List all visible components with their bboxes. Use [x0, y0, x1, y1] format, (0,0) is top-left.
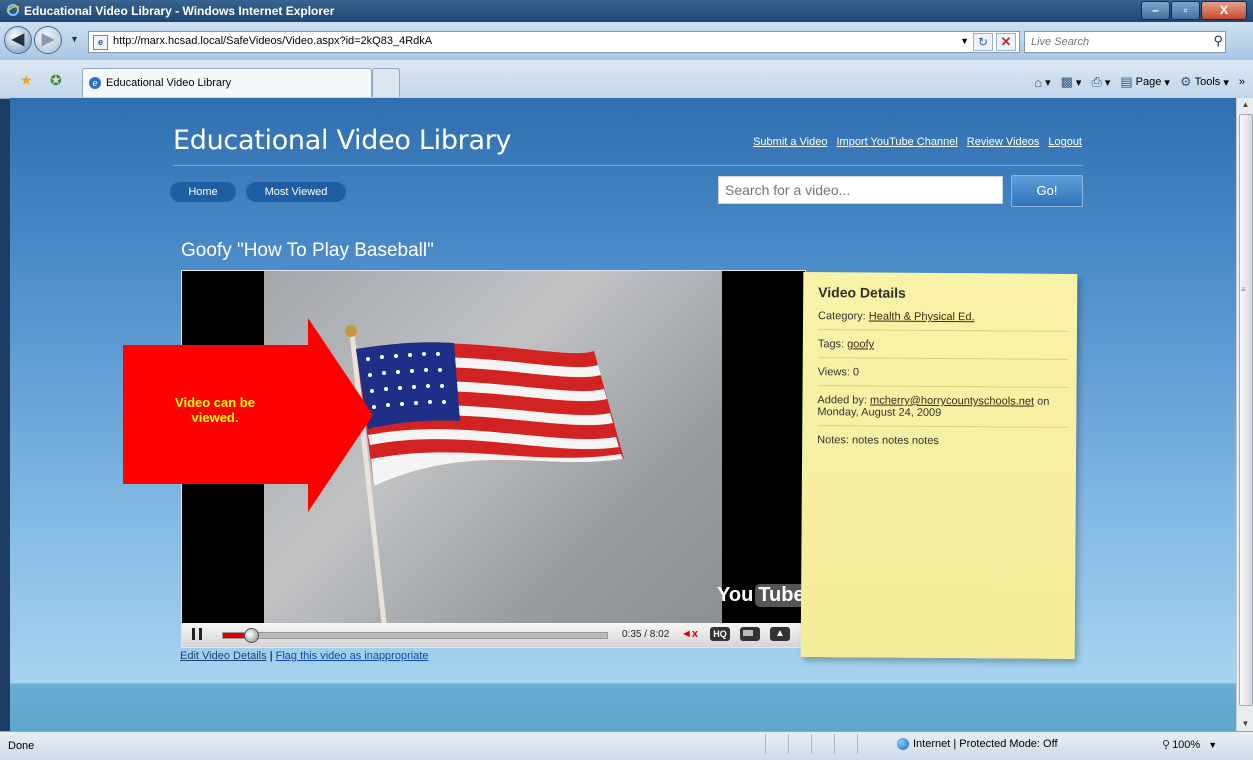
back-button[interactable]: ◀ — [4, 26, 32, 54]
live-search-box[interactable]: ⚲ — [1024, 31, 1226, 53]
status-bar: Done Internet | Protected Mode: Off ⚲ 10… — [0, 731, 1253, 760]
flag-video-link[interactable]: Flag this video as inappropriate — [276, 650, 429, 662]
page-viewport: Educational Video Library Submit a Video… — [10, 98, 1236, 731]
print-icon: ⎙ — [1091, 74, 1102, 89]
page-menu-label: Page — [1135, 76, 1162, 88]
link-separator: | — [269, 650, 273, 662]
category-label: Category: — [817, 310, 866, 323]
window-title-bar[interactable]: Educational Video Library - Windows Inte… — [0, 0, 1253, 22]
added-by-row: Added by: mcherry@horrycountyschools.net… — [817, 394, 1068, 428]
time-display: 0:35 / 8:02 — [622, 629, 670, 640]
header-divider — [173, 165, 1083, 166]
youtube-logo[interactable]: You Tube — [717, 584, 805, 607]
status-segments — [765, 734, 880, 754]
scroll-up-icon[interactable]: ▲ — [1237, 98, 1253, 112]
screen-size-icon[interactable] — [740, 627, 760, 641]
zoom-level: 100% — [1172, 738, 1201, 751]
zoom-dropdown-icon[interactable]: ▼ — [1208, 740, 1217, 750]
toolbar-overflow-icon[interactable]: » — [1239, 76, 1245, 88]
address-dropdown-icon[interactable]: ▼ — [960, 36, 969, 46]
submit-video-link[interactable]: Submit a Video — [753, 136, 827, 148]
scroll-down-icon[interactable]: ▼ — [1237, 717, 1253, 731]
added-by-label: Added by: — [817, 394, 868, 407]
home-icon: ⌂ — [1034, 74, 1043, 90]
address-bar[interactable]: e http://marx.hcsad.local/SafeVideos/Vid… — [88, 31, 1020, 53]
category-link[interactable]: Health & Physical Ed. — [869, 311, 975, 324]
callout-text: Video can be viewed. — [175, 395, 255, 425]
forward-button[interactable]: ▶ — [34, 26, 62, 54]
category-row: Category: Health & Physical Ed. — [817, 310, 1069, 332]
page-menu-icon: ▤ — [1120, 74, 1133, 89]
go-button[interactable]: Go! — [1011, 175, 1083, 207]
zoom-icon: ⚲ — [1162, 739, 1171, 751]
edit-video-details-link[interactable]: Edit Video Details — [180, 650, 267, 662]
gear-icon: ⚙ — [1179, 74, 1192, 89]
recent-pages-dropdown-icon[interactable]: ▼ — [70, 34, 79, 44]
feeds-icon: ▩ — [1060, 74, 1073, 89]
video-title: Goofy "How To Play Baseball" — [181, 240, 434, 261]
security-zone[interactable]: Internet | Protected Mode: Off — [897, 738, 1058, 750]
live-search-input[interactable] — [1029, 32, 1193, 52]
feeds-command[interactable]: ▩ ▾ — [1061, 74, 1082, 90]
expand-icon[interactable]: ▲ — [770, 627, 790, 641]
status-text: Done — [8, 740, 35, 752]
top-links: Submit a Video Import YouTube Channel Re… — [744, 136, 1082, 148]
scroll-grip-icon: ≡ — [1241, 285, 1246, 294]
notes-row: Notes: notes notes notes — [817, 434, 939, 447]
zoom-control[interactable]: ⚲ 100% ▼ — [1162, 738, 1217, 752]
url-text[interactable]: http://marx.hcsad.local/SafeVideos/Video… — [113, 35, 432, 47]
home-command[interactable]: ⌂ ▾ — [1034, 75, 1050, 90]
browser-tab[interactable]: e Educational Video Library — [82, 68, 372, 97]
youtube-logo-you: You — [717, 584, 754, 606]
ie-tab-icon: e — [89, 77, 101, 89]
address-toolbar: ◀ ▶ ▼ e http://marx.hcsad.local/SafeVide… — [0, 22, 1253, 60]
window-title: Educational Video Library - Windows Inte… — [24, 4, 335, 18]
search-icon[interactable]: ⚲ — [1213, 33, 1223, 49]
youtube-logo-tube: Tube — [755, 584, 805, 607]
tags-label: Tags: — [817, 338, 845, 351]
print-command[interactable]: ⎙ ▾ — [1091, 74, 1110, 90]
video-actions: Edit Video Details | Flag this video as … — [180, 650, 428, 662]
maximize-button[interactable]: ▫ — [1171, 1, 1200, 20]
video-details-heading: Video Details — [818, 284, 906, 301]
new-tab-button[interactable] — [372, 68, 400, 97]
review-videos-link[interactable]: Review Videos — [967, 136, 1040, 148]
globe-icon — [897, 738, 909, 750]
zone-label: Internet | Protected Mode: Off — [913, 738, 1058, 750]
ie-logo-icon — [6, 4, 20, 16]
most-viewed-nav-button[interactable]: Most Viewed — [246, 182, 346, 202]
close-button[interactable]: X — [1201, 1, 1247, 20]
player-controls: 0:35 / 8:02 ◄x HQ ▲ — [182, 623, 805, 647]
minimize-button[interactable]: – — [1141, 1, 1170, 20]
site-title: Educational Video Library — [173, 125, 512, 156]
tab-label: Educational Video Library — [106, 77, 232, 89]
page-icon: e — [93, 35, 108, 50]
page-menu[interactable]: ▤ Page ▾ — [1120, 74, 1170, 90]
refresh-icon[interactable]: ↻ — [973, 33, 993, 51]
add-favorites-icon[interactable]: ✪ — [50, 72, 62, 89]
tags-row: Tags: goofy — [817, 338, 1068, 360]
tools-menu[interactable]: ⚙ Tools ▾ — [1180, 74, 1229, 90]
scroll-thumb[interactable] — [1239, 114, 1253, 706]
stop-icon[interactable]: ✕ — [996, 33, 1016, 51]
pause-icon[interactable] — [192, 628, 202, 640]
video-details-panel: Video Details Category: Health & Physica… — [800, 272, 1078, 659]
progress-handle[interactable] — [243, 628, 259, 643]
favorites-star-icon[interactable]: ★ — [20, 72, 33, 89]
tag-link[interactable]: goofy — [847, 338, 874, 350]
hq-button[interactable]: HQ — [710, 627, 730, 641]
home-nav-button[interactable]: Home — [170, 182, 236, 202]
logout-link[interactable]: Logout — [1048, 136, 1082, 148]
tools-menu-label: Tools — [1194, 76, 1221, 88]
video-search-input[interactable] — [718, 176, 1003, 204]
progress-bar[interactable] — [222, 628, 608, 643]
vertical-scrollbar[interactable]: ▲ ≡ ▼ — [1236, 98, 1253, 731]
added-by-email-link[interactable]: mcherry@horrycountyschools.net — [870, 395, 1034, 408]
import-youtube-channel-link[interactable]: Import YouTube Channel — [836, 136, 957, 148]
views-row: Views: 0 — [817, 366, 1068, 388]
mute-volume-icon[interactable]: ◄x — [681, 628, 698, 640]
tab-toolbar: ★ ✪ e Educational Video Library ⌂ ▾ ▩ ▾ ⎙ ▾… — [0, 60, 1253, 99]
